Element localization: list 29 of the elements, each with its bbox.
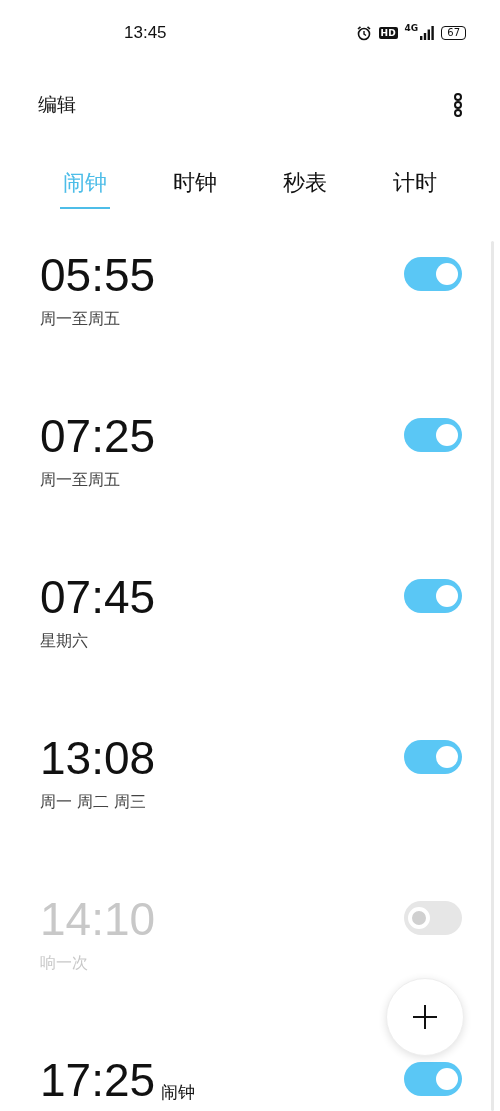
tab[interactable]: 时钟 — [170, 159, 220, 209]
status-time: 13:45 — [124, 22, 167, 43]
alarm-repeat: 星期六 — [40, 631, 89, 652]
alarm-label: 闹钟 — [161, 1081, 196, 1104]
alarm-time: 17:25 — [40, 1053, 156, 1108]
add-alarm-button[interactable] — [386, 978, 464, 1056]
tab[interactable]: 计时 — [390, 159, 440, 209]
alarm-time: 07:25 — [40, 409, 156, 464]
alarm-toggle[interactable] — [404, 257, 462, 291]
hd-badge: HD — [378, 26, 398, 39]
alarm-toggle[interactable] — [404, 740, 462, 774]
plus-icon — [412, 1004, 438, 1030]
alarm-time: 05:55 — [40, 248, 156, 303]
tab[interactable]: 秒表 — [280, 159, 330, 209]
alarm-time: 13:08 — [40, 731, 156, 786]
signal-icon — [420, 25, 435, 40]
network-label: 4G — [404, 22, 419, 33]
alarm-toggle[interactable] — [404, 901, 462, 935]
alarm-repeat: 周一 周二 周三 — [40, 792, 148, 813]
alarm-toggle[interactable] — [404, 418, 462, 452]
alarm-toggle[interactable] — [404, 579, 462, 613]
edit-button[interactable]: 编辑 — [38, 92, 76, 118]
alarm-repeat: 周一至周五 — [40, 309, 121, 330]
alarm-repeat: 周一至周五 — [40, 470, 121, 491]
alarm-time: 07:45 — [40, 570, 156, 625]
alarm-clock-icon — [355, 24, 372, 41]
alarm-toggle[interactable] — [404, 1062, 462, 1096]
battery-level: 67 — [441, 25, 466, 40]
more-icon[interactable] — [453, 93, 463, 117]
